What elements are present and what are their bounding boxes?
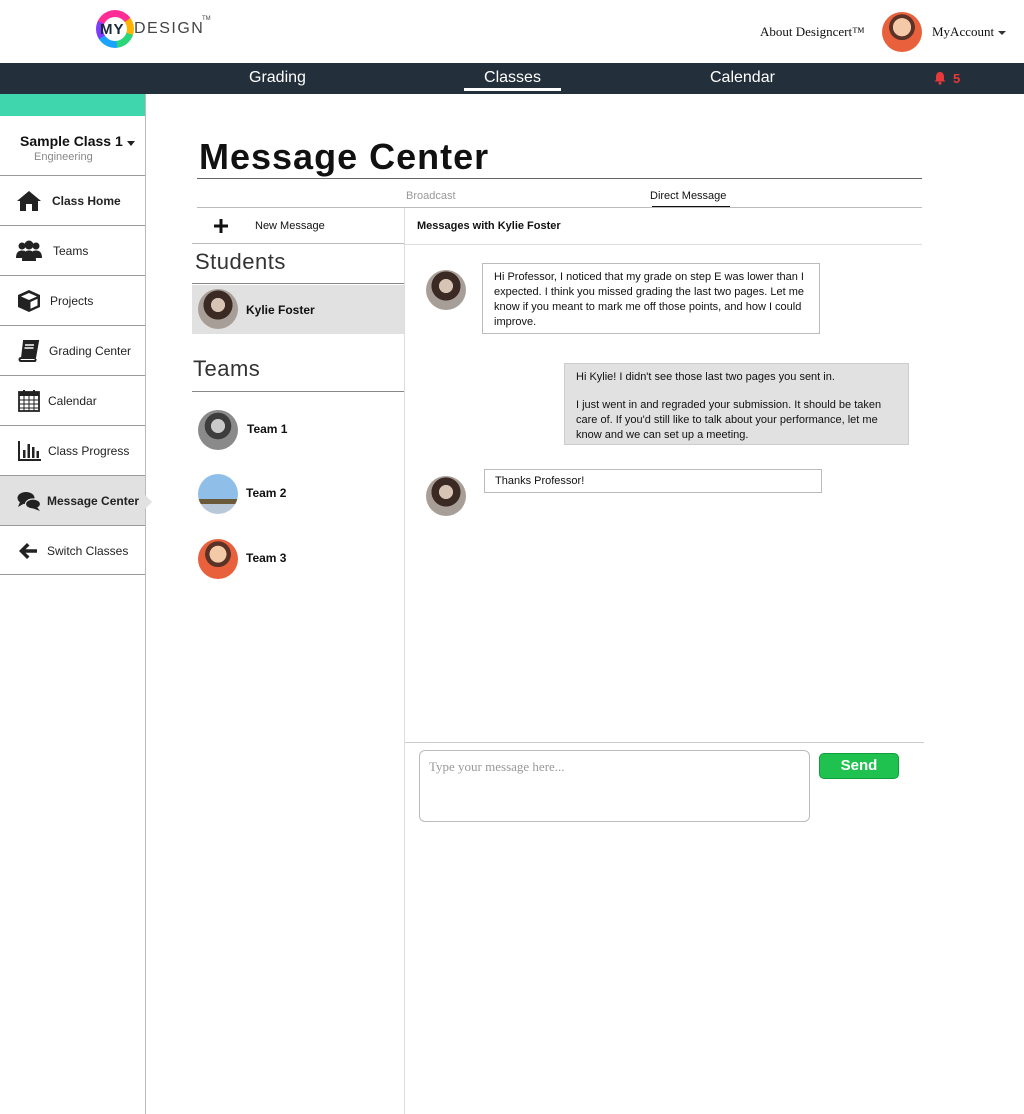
topnav-grading[interactable]: Grading (249, 69, 306, 87)
message-compose-input[interactable] (419, 750, 810, 822)
bar-chart-icon (18, 441, 41, 461)
message-text: Thanks Professor! (495, 475, 585, 487)
conversation-header-divider (405, 244, 922, 245)
student-name: Kylie Foster (246, 303, 315, 317)
tab-broadcast[interactable]: Broadcast (406, 190, 456, 202)
bell-icon[interactable] (933, 71, 947, 85)
message-incoming: Hi Professor, I noticed that my grade on… (482, 263, 820, 334)
header: MY DESIGN TM About Designcert™ MyAccount (0, 0, 1024, 63)
class-dropdown-icon[interactable] (127, 141, 135, 146)
logo[interactable]: MY DESIGN TM (96, 8, 216, 50)
team-name: Team 3 (246, 551, 287, 565)
sidebar-item-class-home[interactable]: Class Home (0, 176, 145, 226)
plus-icon (214, 219, 228, 233)
title-divider (197, 178, 922, 179)
my-account-menu[interactable]: MyAccount (932, 24, 1007, 40)
arrow-left-icon (19, 543, 37, 559)
sidebar-item-calendar[interactable]: Calendar (0, 376, 145, 426)
class-selector[interactable]: Sample Class 1 Engineering (0, 116, 145, 176)
notification-count: 5 (953, 71, 961, 86)
my-account-label: MyAccount (932, 24, 995, 39)
sidebar-item-label: Class Home (52, 194, 121, 208)
message-avatar (426, 476, 466, 516)
calendar-icon (18, 390, 40, 412)
message-text: Hi Professor, I noticed that my grade on… (494, 271, 805, 328)
team-name: Team 1 (247, 422, 288, 436)
tabs-divider (197, 207, 922, 208)
team-row-1[interactable]: Team 1 (192, 405, 404, 455)
top-nav: Grading Classes Calendar 5 (0, 63, 1024, 94)
sidebar-item-label: Class Progress (48, 444, 130, 458)
sidebar-accent-bar (0, 94, 145, 116)
new-message-divider (192, 243, 404, 244)
sidebar-item-teams[interactable]: Teams (0, 226, 145, 276)
cube-icon (18, 290, 40, 312)
sidebar-item-label: Projects (50, 294, 94, 308)
message-avatar (426, 270, 466, 310)
message-text: Hi Kylie! I didn't see those last two pa… (576, 371, 835, 383)
avatar (198, 289, 238, 329)
message-outgoing: Hi Kylie! I didn't see those last two pa… (564, 363, 909, 445)
book-icon (18, 340, 40, 362)
students-heading: Students (195, 249, 286, 274)
sidebar-item-projects[interactable]: Projects (0, 276, 145, 326)
tab-direct-message[interactable]: Direct Message (650, 190, 731, 208)
student-row-kylie-foster[interactable]: Kylie Foster (192, 285, 404, 334)
logo-tm-text: TM (202, 16, 211, 22)
account-avatar[interactable] (882, 12, 922, 52)
compose-divider (405, 742, 924, 743)
team-row-2[interactable]: Team 2 (192, 469, 404, 519)
logo-my-text: MY (100, 21, 125, 38)
active-item-pointer (144, 494, 152, 510)
sidebar-item-class-progress[interactable]: Class Progress (0, 426, 145, 476)
avatar (198, 410, 238, 450)
about-link[interactable]: About Designcert™ (760, 24, 865, 40)
sidebar-item-message-center[interactable]: Message Center (0, 476, 145, 526)
class-name: Sample Class 1 (20, 133, 123, 149)
chat-icon (17, 492, 42, 511)
students-divider (192, 283, 404, 284)
sidebar-item-label: Grading Center (49, 344, 132, 358)
chevron-down-icon (998, 31, 1007, 36)
avatar (198, 474, 238, 514)
sidebar-item-grading-center[interactable]: Grading Center (0, 326, 145, 376)
page-title: Message Center (199, 136, 490, 177)
team-row-3[interactable]: Team 3 (192, 534, 404, 584)
topnav-calendar[interactable]: Calendar (710, 69, 775, 87)
sidebar-item-label: Message Center (47, 494, 140, 508)
logo-design-text: DESIGN (134, 20, 205, 37)
class-subtitle: Engineering (34, 151, 93, 163)
teams-heading: Teams (193, 356, 261, 381)
sidebar-item-switch-classes[interactable]: Switch Classes (0, 526, 145, 575)
teams-divider (192, 391, 404, 392)
conversation-header: Messages with Kylie Foster (417, 220, 561, 232)
topnav-classes[interactable]: Classes (464, 69, 561, 91)
message-incoming: Thanks Professor! (484, 469, 822, 493)
new-message-label: New Message (255, 220, 325, 232)
column-divider (404, 208, 405, 1114)
home-icon (17, 191, 41, 211)
avatar (198, 539, 238, 579)
team-name: Team 2 (246, 486, 287, 500)
sidebar-item-label: Calendar (48, 394, 97, 408)
users-icon (16, 240, 42, 261)
message-text: I just went in and regraded your submiss… (576, 399, 882, 441)
sidebar: Sample Class 1 Engineering Class Home Te… (0, 94, 152, 1114)
sidebar-item-label: Teams (53, 244, 89, 258)
sidebar-item-label: Switch Classes (47, 544, 129, 558)
send-button[interactable]: Send (819, 753, 899, 779)
